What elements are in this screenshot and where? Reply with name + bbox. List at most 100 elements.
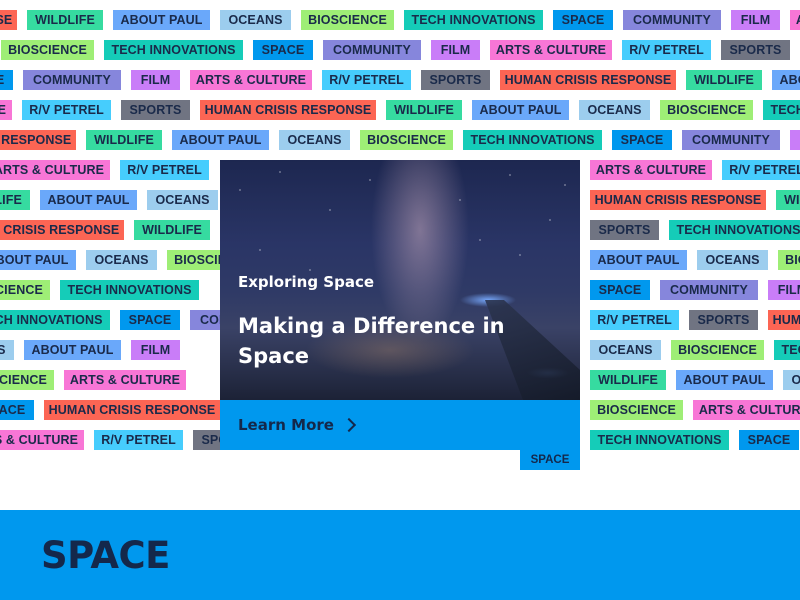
category-tag[interactable]: ARTS & CULTURE (190, 70, 312, 90)
category-tag[interactable]: SPACE (0, 70, 13, 90)
category-tag[interactable]: BIOSCIENCE (778, 250, 800, 270)
category-tag[interactable]: ABOUT PAUL (676, 370, 773, 390)
category-tag[interactable]: COMMUNITY (323, 40, 421, 60)
category-tag[interactable]: OCEANS (220, 10, 291, 30)
category-tag[interactable]: HUMAN CRISIS RESPONSE (590, 190, 766, 210)
category-tag[interactable]: BIOSCIENCE (0, 280, 50, 300)
category-tag[interactable]: OCEANS (783, 370, 800, 390)
category-tag[interactable]: WILDLIFE (686, 70, 762, 90)
featured-story-card[interactable]: Exploring Space Making a Difference in S… (220, 160, 580, 470)
category-tag[interactable]: OCEANS (579, 100, 650, 120)
category-tag[interactable]: HUMAN CRISIS RESPONSE (768, 310, 800, 330)
category-tag[interactable]: OCEANS (697, 250, 768, 270)
category-tag[interactable]: FILM (431, 40, 480, 60)
category-tag[interactable]: TECH INNOVATIONS (763, 100, 800, 120)
category-tag[interactable]: SPACE (590, 280, 650, 300)
category-tag[interactable]: R/V PETREL (94, 430, 183, 450)
learn-more-button[interactable]: Learn More (220, 400, 580, 450)
category-tag[interactable]: WILDLIFE (0, 190, 30, 210)
category-tag[interactable]: HUMAN CRISIS RESPONSE (0, 220, 124, 240)
card-hero-image: Exploring Space Making a Difference in S… (220, 160, 580, 400)
category-tag[interactable]: SPACE (612, 130, 672, 150)
category-tag[interactable]: BIOSCIENCE (0, 370, 54, 390)
category-tag[interactable]: R/V PETREL (622, 40, 711, 60)
category-tag[interactable]: BIOSCIENCE (360, 130, 453, 150)
card-title[interactable]: Making a Difference in Space (238, 311, 528, 371)
category-tag[interactable]: FILM (790, 130, 800, 150)
category-tag[interactable]: R/V PETREL (22, 100, 111, 120)
category-tag[interactable]: ARTS & CULTURE (0, 160, 110, 180)
category-tag[interactable]: ABOUT PAUL (113, 10, 210, 30)
category-tag[interactable]: FILM (768, 280, 800, 300)
category-tag[interactable]: WILDLIFE (27, 10, 103, 30)
category-tag[interactable]: COMMUNITY (682, 130, 780, 150)
category-tag[interactable]: R/V PETREL (590, 310, 679, 330)
category-tag[interactable]: ABOUT PAUL (772, 70, 800, 90)
category-page-title: SPACE (41, 534, 170, 577)
category-tag[interactable]: R/V PETREL (722, 160, 800, 180)
category-tag[interactable]: FILM (131, 340, 180, 360)
category-tag[interactable]: COMMUNITY (623, 10, 721, 30)
category-tag[interactable]: TECH INNOVATIONS (463, 130, 602, 150)
category-tag[interactable]: ABOUT PAUL (40, 190, 137, 210)
category-tag[interactable]: SPACE (0, 400, 34, 420)
category-tag[interactable]: SPORTS (721, 40, 790, 60)
category-tag[interactable]: BIOSCIENCE (660, 100, 753, 120)
category-tag[interactable]: TECH INNOVATIONS (669, 220, 800, 240)
category-tag[interactable]: SPACE (553, 10, 613, 30)
category-tag[interactable]: R/V PETREL (322, 70, 411, 90)
card-category-badge[interactable]: SPACE (520, 450, 580, 470)
category-tag[interactable]: WILDLIFE (134, 220, 210, 240)
category-tag[interactable]: SPORTS (689, 310, 758, 330)
category-tag[interactable]: TECH INNOVATIONS (104, 40, 243, 60)
category-tag[interactable]: OCEANS (86, 250, 157, 270)
category-tag[interactable]: ARTS & CULTURE (64, 370, 186, 390)
category-tag[interactable]: TECH INNOVATIONS (590, 430, 729, 450)
category-tag[interactable]: ARTS & CULTURE (490, 40, 612, 60)
category-tag[interactable]: SPACE (739, 430, 799, 450)
chevron-right-icon (341, 417, 357, 433)
category-tag[interactable]: TECH INNOVATIONS (774, 340, 800, 360)
category-tag[interactable]: WILDLIFE (86, 130, 162, 150)
category-tag[interactable]: HUMAN CRISIS RESPONSE (44, 400, 220, 420)
category-tag[interactable]: HUMAN CRISIS RESPONSE (200, 100, 376, 120)
category-tag[interactable]: OCEANS (0, 340, 14, 360)
category-tag[interactable]: ABOUT PAUL (24, 340, 121, 360)
category-tag[interactable]: COMMUNITY (23, 70, 121, 90)
category-tag[interactable]: BIOSCIENCE (301, 10, 394, 30)
category-tag[interactable]: HUMAN CRISIS RESPONSE (0, 130, 76, 150)
category-tag[interactable]: WILDLIFE (776, 190, 800, 210)
category-tag[interactable]: COMMUNITY (660, 280, 758, 300)
category-tag[interactable]: BIOSCIENCE (1, 40, 94, 60)
category-tag[interactable]: BIOSCIENCE (590, 400, 683, 420)
category-tag[interactable]: ABOUT PAUL (472, 100, 569, 120)
category-tag[interactable]: ABOUT PAUL (590, 250, 687, 270)
category-tag[interactable]: BIOSCIENCE (671, 340, 764, 360)
category-tag[interactable]: WILDLIFE (590, 370, 666, 390)
category-tag[interactable]: SPACE (120, 310, 180, 330)
category-tag[interactable]: HUMAN CRISIS RESPONSE (500, 70, 676, 90)
category-tag[interactable]: ARTS & CULTURE (0, 100, 12, 120)
category-tag[interactable]: SPORTS (121, 100, 190, 120)
category-tag[interactable]: SPORTS (590, 220, 659, 240)
category-tag[interactable]: TECH INNOVATIONS (404, 10, 543, 30)
category-tag[interactable]: WILDLIFE (386, 100, 462, 120)
category-tag[interactable]: OCEANS (590, 340, 661, 360)
category-tag[interactable]: ABOUT PAUL (0, 250, 76, 270)
category-tag[interactable]: HUMAN CRISIS RESPONSE (0, 10, 17, 30)
category-tag[interactable]: ARTS & CULTURE (693, 400, 800, 420)
category-tag[interactable]: TECH INNOVATIONS (0, 310, 110, 330)
category-tag[interactable]: OCEANS (279, 130, 350, 150)
category-tag[interactable]: ARTS & CULTURE (590, 160, 712, 180)
category-tag[interactable]: SPORTS (421, 70, 490, 90)
category-tag[interactable]: ARTS & CULTURE (790, 10, 800, 30)
category-tag[interactable]: ABOUT PAUL (172, 130, 269, 150)
category-tag[interactable]: ARTS & CULTURE (0, 430, 84, 450)
category-tag[interactable]: OCEANS (147, 190, 218, 210)
category-tag[interactable]: TECH INNOVATIONS (60, 280, 199, 300)
category-tag[interactable]: FILM (131, 70, 180, 90)
category-tag[interactable]: SPACE (253, 40, 313, 60)
category-tag[interactable]: R/V PETREL (120, 160, 209, 180)
learn-more-label: Learn More (238, 416, 334, 434)
category-tag[interactable]: FILM (731, 10, 780, 30)
